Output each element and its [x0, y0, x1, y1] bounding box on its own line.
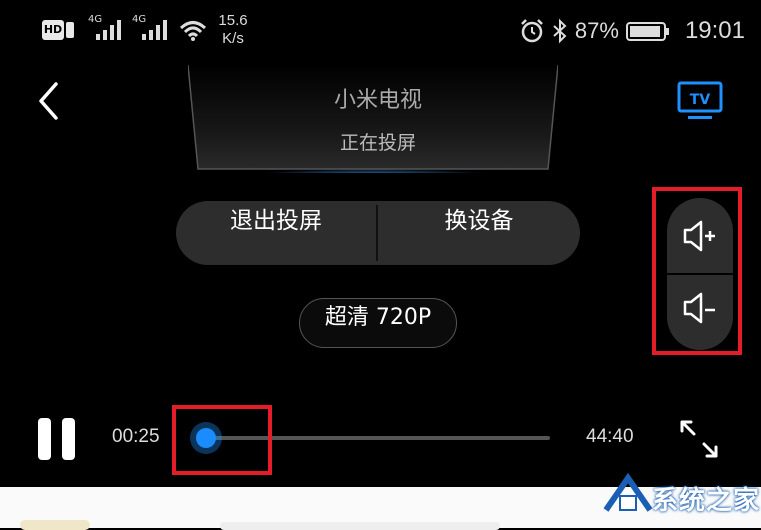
- partial-content: [220, 522, 500, 530]
- progress-highlight-box: [172, 405, 272, 475]
- sim-icon: [66, 22, 74, 38]
- watermark-logo-icon: [603, 472, 653, 512]
- watermark-text: 系统之家: [652, 486, 761, 516]
- network-speed: 15.6 K/s: [213, 12, 253, 48]
- pause-button[interactable]: [38, 418, 76, 460]
- signal-icon: [142, 20, 167, 40]
- wifi-icon: [179, 21, 207, 41]
- tv-badge-label: TV: [690, 92, 711, 108]
- speed-unit: K/s: [222, 30, 244, 47]
- quality-selector[interactable]: 超清 720P: [299, 298, 457, 348]
- exit-cast-button[interactable]: 退出投屏: [176, 201, 376, 265]
- back-icon[interactable]: [34, 80, 64, 122]
- casting-status: 正在投屏: [339, 132, 416, 154]
- status-bar: HD 4G 4G 15.6 K/s 87% 19:01: [0, 0, 761, 62]
- pause-icon: [62, 418, 75, 460]
- status-right: 87% 19:01: [519, 14, 745, 48]
- signal-icon: [96, 20, 121, 40]
- alarm-icon: [521, 19, 543, 43]
- current-time: 00:25: [112, 426, 160, 447]
- battery-percent: 87%: [574, 18, 619, 43]
- battery-icon: [625, 22, 669, 41]
- pause-icon: [38, 418, 51, 460]
- total-time: 44:40: [586, 426, 634, 447]
- hd-badge: HD: [42, 20, 64, 40]
- tv-icon[interactable]: TV: [676, 80, 724, 122]
- speed-value: 15.6: [218, 12, 248, 29]
- cast-actions: 退出投屏 换设备: [176, 201, 580, 265]
- volume-highlight-box: [652, 187, 742, 355]
- partial-content: [20, 520, 90, 530]
- bluetooth-icon: [553, 18, 567, 44]
- fullscreen-icon[interactable]: [676, 416, 722, 462]
- switch-device-button[interactable]: 换设备: [378, 201, 580, 265]
- device-name: 小米电视: [333, 88, 422, 113]
- clock: 19:01: [684, 17, 745, 44]
